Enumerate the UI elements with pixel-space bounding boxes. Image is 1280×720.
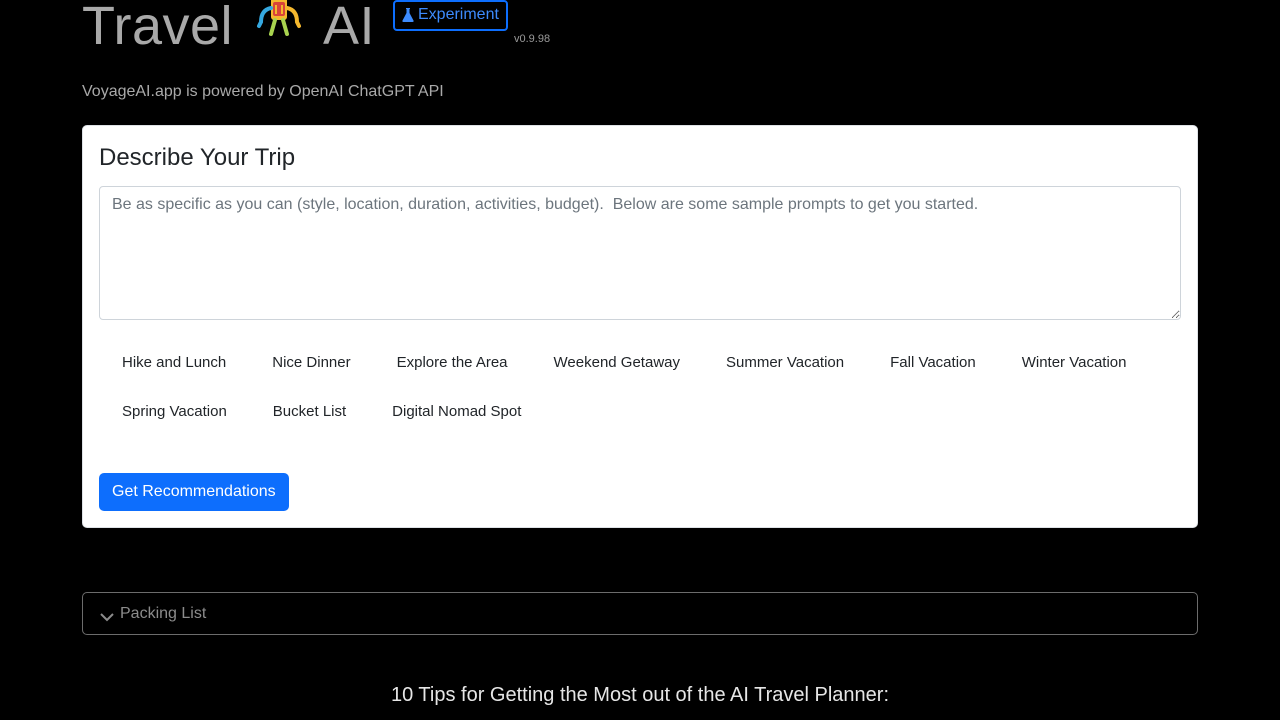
prompt-summer-vacation[interactable]: Summer Vacation — [703, 342, 867, 384]
powered-by-text: VoyageAI.app is powered by OpenAI ChatGP… — [82, 83, 444, 100]
prompt-digital-nomad-spot[interactable]: Digital Nomad Spot — [369, 391, 544, 433]
prompt-fall-vacation[interactable]: Fall Vacation — [867, 342, 999, 384]
prompt-bucket-list[interactable]: Bucket List — [250, 391, 369, 433]
version-label: v0.9.98 — [514, 33, 551, 45]
packing-list-label: Packing List — [120, 604, 207, 622]
packing-list-accordion[interactable]: Packing List — [82, 592, 1198, 635]
prompt-hike-and-lunch[interactable]: Hike and Lunch — [99, 342, 249, 384]
experiment-badge[interactable]: Experiment — [393, 0, 508, 31]
card-title: Describe Your Trip — [99, 144, 296, 171]
app-header: Travel AI Experiment v0.9.98 — [82, 0, 550, 58]
backpack-robot-mascot-icon — [253, 0, 305, 52]
describe-trip-card: Describe Your Trip Hike and Lunch Nice D… — [82, 125, 1198, 528]
flask-icon — [402, 8, 414, 22]
prompt-weekend-getaway[interactable]: Weekend Getaway — [531, 342, 703, 384]
prompt-spring-vacation[interactable]: Spring Vacation — [99, 391, 250, 433]
prompt-nice-dinner[interactable]: Nice Dinner — [249, 342, 373, 384]
tips-heading: 10 Tips for Getting the Most out of the … — [390, 684, 890, 706]
prompt-winter-vacation[interactable]: Winter Vacation — [999, 342, 1150, 384]
sample-prompts: Hike and Lunch Nice Dinner Explore the A… — [99, 342, 1179, 433]
get-recommendations-button[interactable]: Get Recommendations — [99, 473, 289, 511]
chevron-down-icon — [100, 609, 114, 621]
trip-description-input[interactable] — [99, 186, 1181, 320]
prompt-explore-the-area[interactable]: Explore the Area — [374, 342, 531, 384]
app-title: Travel AI — [82, 0, 375, 64]
title-travel: Travel — [82, 0, 234, 56]
title-ai: AI — [323, 0, 376, 56]
experiment-label: Experiment — [418, 6, 499, 23]
